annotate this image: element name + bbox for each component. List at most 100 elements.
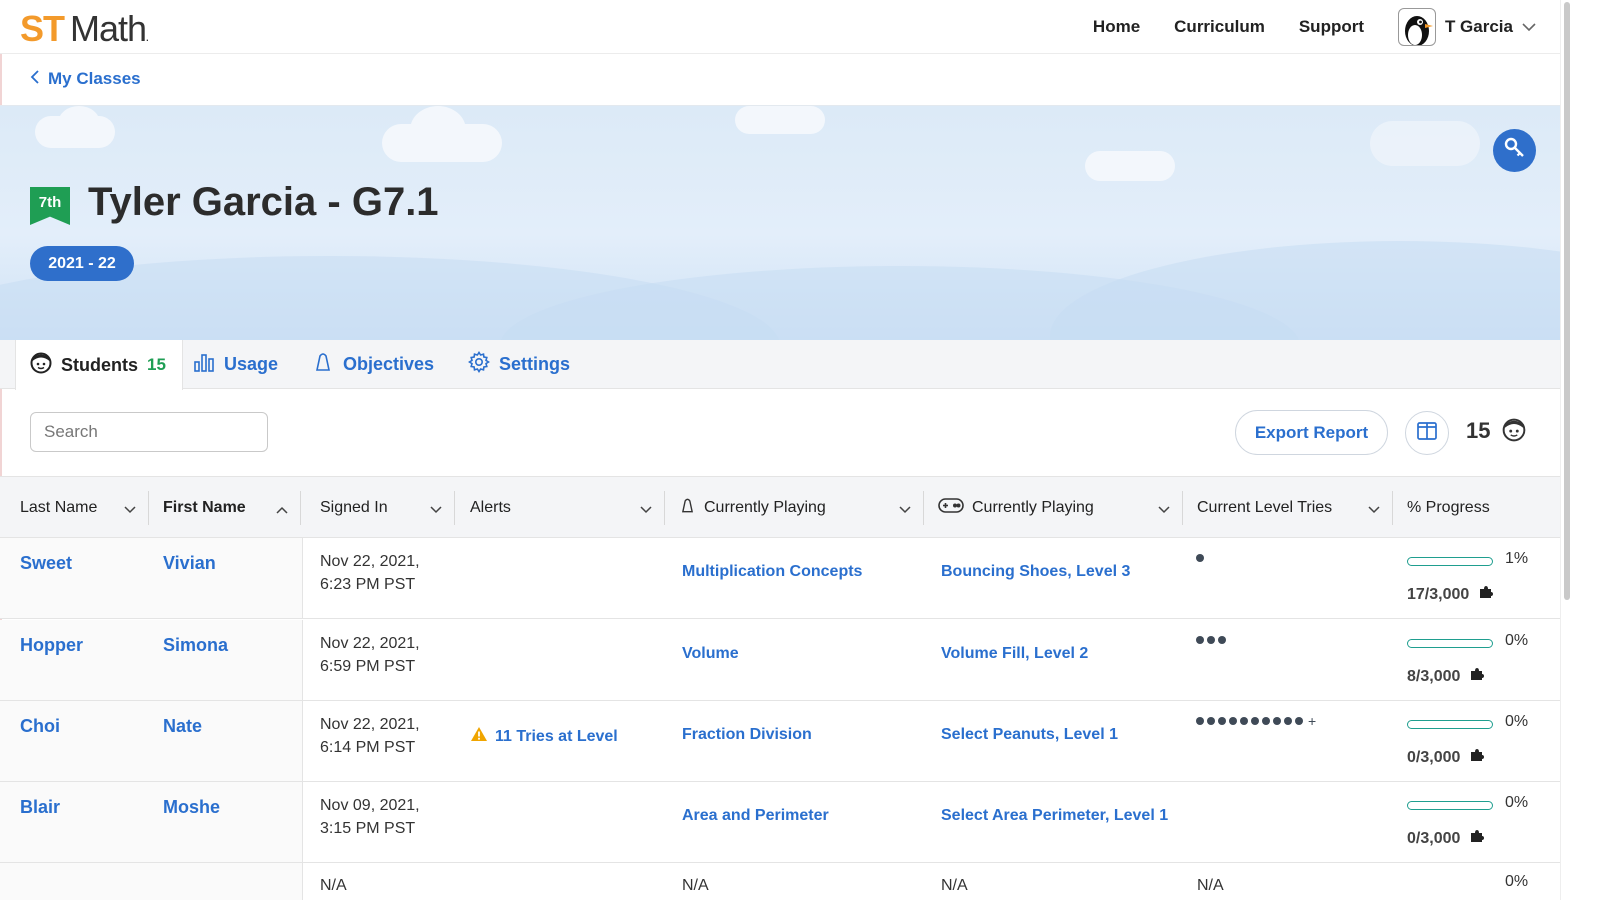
row-name-panel bbox=[0, 620, 303, 700]
signed-in-clock: 6:59 PM PST bbox=[320, 658, 416, 675]
progress-percent: 0% bbox=[1505, 873, 1529, 890]
student-face-icon bbox=[1502, 418, 1526, 447]
user-menu[interactable]: T Garcia bbox=[1397, 8, 1536, 46]
column-divider bbox=[923, 491, 924, 525]
class-title: Tyler Garcia - G7.1 bbox=[88, 180, 439, 224]
column-header-signed-in[interactable]: Signed In bbox=[320, 477, 454, 539]
objective-text: N/A bbox=[682, 877, 709, 894]
column-header-currently-playing-game[interactable]: Currently Playing bbox=[938, 477, 1182, 539]
objective-link[interactable]: Multiplication Concepts bbox=[682, 563, 862, 581]
last-name-link[interactable]: Hopper bbox=[20, 635, 83, 656]
column-header-first-name[interactable]: First Name bbox=[163, 477, 300, 539]
tab-objectives[interactable]: Objectives bbox=[312, 340, 434, 389]
try-dot bbox=[1284, 717, 1292, 725]
chevron-down-icon bbox=[899, 501, 911, 519]
try-dot bbox=[1218, 636, 1226, 644]
column-divider bbox=[300, 491, 301, 525]
breadcrumb[interactable]: My Classes bbox=[30, 66, 141, 92]
table-row[interactable]: Blair Moshe Nov 09, 2021, 3:15 PM PST Are… bbox=[0, 782, 1560, 863]
table-row[interactable]: Hopper Simona Nov 22, 2021, 6:59 PM PST V… bbox=[0, 620, 1560, 701]
column-header-progress[interactable]: % Progress bbox=[1407, 477, 1557, 539]
search-input[interactable] bbox=[30, 412, 268, 452]
last-name-link[interactable]: Choi bbox=[20, 716, 60, 737]
game-level-link[interactable]: Bouncing Shoes, Level 3 bbox=[941, 563, 1130, 581]
first-name-link[interactable]: Moshe bbox=[163, 797, 220, 818]
key-button[interactable] bbox=[1493, 129, 1536, 172]
puzzle-piece-icon bbox=[1470, 748, 1485, 767]
breadcrumb-my-classes[interactable]: My Classes bbox=[48, 69, 141, 89]
table-row[interactable]: N/A N/A N/A N/A 0% bbox=[0, 863, 1560, 900]
scrollbar-thumb[interactable] bbox=[1564, 2, 1570, 600]
st-math-logo[interactable]: ST Math. bbox=[20, 8, 148, 50]
page-scrollbar[interactable] bbox=[1560, 0, 1600, 900]
puzzle-piece-icon bbox=[1470, 829, 1485, 848]
row-name-panel bbox=[0, 538, 303, 618]
puzzle-count: 0/3,000 bbox=[1407, 748, 1485, 767]
first-name-link[interactable]: Simona bbox=[163, 635, 228, 656]
signed-in-time: N/A bbox=[320, 877, 347, 894]
warning-icon bbox=[470, 726, 488, 747]
school-year-pill[interactable]: 2021 - 22 bbox=[30, 246, 134, 281]
progress-percent: 0% bbox=[1505, 632, 1529, 649]
signed-in-date: Nov 09, 2021, bbox=[320, 797, 420, 814]
try-dot bbox=[1295, 717, 1303, 725]
tab-usage[interactable]: Usage bbox=[193, 340, 278, 389]
nav-home-link[interactable]: Home bbox=[1093, 17, 1140, 37]
chevron-down-icon bbox=[430, 501, 442, 519]
column-divider bbox=[1182, 491, 1183, 525]
nav-curriculum-link[interactable]: Curriculum bbox=[1174, 17, 1265, 37]
puzzle-piece-icon bbox=[1470, 667, 1485, 686]
signed-in-time: Nov 22, 2021, 6:59 PM PST bbox=[320, 632, 420, 678]
column-divider bbox=[454, 491, 455, 525]
tab-settings[interactable]: Settings bbox=[468, 340, 570, 389]
last-name-link[interactable]: Blair bbox=[20, 797, 60, 818]
try-dot bbox=[1196, 717, 1204, 725]
first-name-link[interactable]: Nate bbox=[163, 716, 202, 737]
logo-mark: . bbox=[146, 33, 148, 43]
alert-link[interactable]: 11 Tries at Level bbox=[470, 726, 618, 747]
column-divider bbox=[664, 491, 665, 525]
column-layout-button[interactable] bbox=[1405, 411, 1449, 455]
objective-link[interactable]: Fraction Division bbox=[682, 726, 812, 744]
column-header-currently-playing-objective[interactable]: Currently Playing bbox=[679, 477, 923, 539]
objective-link[interactable]: Volume bbox=[682, 645, 739, 663]
game-level-link[interactable]: Volume Fill, Level 2 bbox=[941, 645, 1088, 663]
puzzle-count: 0/3,000 bbox=[1407, 829, 1485, 848]
signed-in-time: Nov 22, 2021, 6:23 PM PST bbox=[320, 550, 420, 596]
game-level-link[interactable]: Select Peanuts, Level 1 bbox=[941, 726, 1118, 744]
signed-in-date: Nov 22, 2021, bbox=[320, 635, 420, 652]
grade-badge: 7th bbox=[30, 187, 70, 225]
chevron-down-icon bbox=[640, 501, 652, 519]
game-level-link[interactable]: Select Area Perimeter, Level 1 bbox=[941, 807, 1168, 825]
class-tabs: Students 15 Usage Objectives Settings bbox=[0, 340, 1560, 390]
column-header-alerts[interactable]: Alerts bbox=[470, 477, 664, 539]
column-header-last-name[interactable]: Last Name bbox=[20, 477, 148, 539]
student-face-icon bbox=[30, 352, 52, 379]
alert-text: 11 Tries at Level bbox=[495, 727, 618, 745]
cloud-decoration bbox=[410, 106, 466, 154]
puzzle-count-value: 8/3,000 bbox=[1407, 667, 1461, 685]
column-label: Current Level Tries bbox=[1197, 499, 1333, 516]
nav-support-link[interactable]: Support bbox=[1299, 17, 1364, 37]
signed-in-clock: 6:23 PM PST bbox=[320, 576, 416, 593]
progress-bar bbox=[1407, 639, 1493, 648]
column-label: Currently Playing bbox=[972, 499, 1094, 516]
table-row[interactable]: Choi Nate Nov 22, 2021, 6:14 PM PST 11 Tr… bbox=[0, 701, 1560, 782]
level-tries-dots: + bbox=[1196, 713, 1317, 729]
puzzle-count: 8/3,000 bbox=[1407, 667, 1485, 686]
last-name-link[interactable]: Sweet bbox=[20, 553, 72, 574]
table-row[interactable]: Sweet Vivian Nov 22, 2021, 6:23 PM PST Mu… bbox=[0, 538, 1560, 619]
class-banner: 7th Tyler Garcia - G7.1 2021 - 22 bbox=[0, 105, 1560, 340]
first-name-link[interactable]: Vivian bbox=[163, 553, 216, 574]
chevron-up-icon bbox=[276, 501, 288, 519]
objective-link[interactable]: Area and Perimeter bbox=[682, 807, 829, 825]
export-report-button[interactable]: Export Report bbox=[1235, 410, 1388, 455]
column-divider bbox=[1392, 491, 1393, 525]
puzzle-count-value: 0/3,000 bbox=[1407, 748, 1461, 766]
tries-more-indicator: + bbox=[1308, 713, 1317, 729]
column-header-current-level-tries[interactable]: Current Level Tries bbox=[1197, 477, 1392, 539]
chevron-down-icon bbox=[1522, 19, 1536, 35]
tab-students[interactable]: Students 15 bbox=[15, 340, 183, 390]
penguin-avatar-icon bbox=[1397, 8, 1436, 46]
try-dot bbox=[1251, 717, 1259, 725]
